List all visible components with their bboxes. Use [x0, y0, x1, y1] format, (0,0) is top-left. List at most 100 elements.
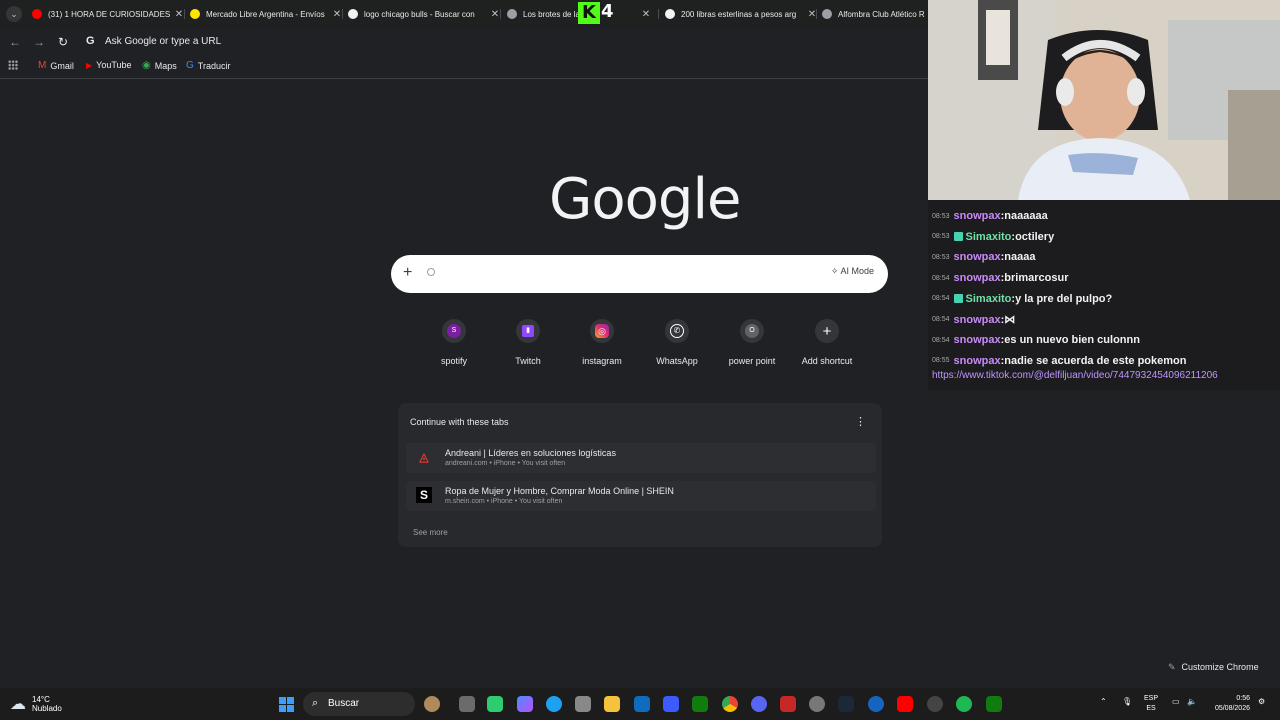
power-point-glyph: O: [745, 324, 759, 338]
shortcut-instagram[interactable]: ◎ instagram: [567, 319, 637, 366]
store-icon[interactable]: [575, 696, 591, 712]
tab-search-icon[interactable]: ⌄: [6, 6, 22, 22]
tab-5[interactable]: 200 libras esterlinas a pesos arg ✕: [661, 4, 819, 24]
xbox-bar-icon[interactable]: [986, 696, 1002, 712]
chat-username[interactable]: snowpax: [954, 314, 1001, 326]
shortcut-whatsapp[interactable]: ✆ WhatsApp: [642, 319, 712, 366]
add-shortcut-button[interactable]: + Add shortcut: [792, 319, 862, 366]
network-icon[interactable]: ▭: [1172, 697, 1180, 706]
settings-gear-icon[interactable]: [809, 696, 825, 712]
mail-icon[interactable]: [634, 696, 650, 712]
tab-1[interactable]: (31) 1 HORA DE CURIOSIDADES ✕: [28, 4, 186, 24]
bookmark-gmail[interactable]: M Gmail: [38, 60, 74, 71]
chat-username[interactable]: snowpax: [954, 251, 1001, 263]
translate-icon: G: [186, 60, 194, 71]
tab-separator: [816, 9, 817, 19]
ea-app-icon[interactable]: [868, 696, 884, 712]
edge-icon[interactable]: [546, 696, 562, 712]
copilot-icon[interactable]: [517, 696, 533, 712]
chat-message: 08:54 snowpax : ⋈: [932, 311, 1015, 329]
browser-toolbar: ← → ↻ G Ask Google or type a URL: [0, 28, 928, 56]
chat-username[interactable]: Simaxito: [966, 231, 1012, 243]
folder-icon[interactable]: [604, 696, 620, 712]
windows-start-icon[interactable]: [279, 697, 294, 712]
more-options-icon[interactable]: ⋮: [855, 415, 866, 428]
chat-username[interactable]: snowpax: [954, 272, 1001, 284]
file-explorer-icon[interactable]: [459, 696, 475, 712]
steam-icon[interactable]: [838, 696, 854, 712]
cloud-icon: ☁: [10, 696, 26, 713]
app-green-icon[interactable]: [487, 696, 503, 712]
chat-username[interactable]: snowpax: [954, 355, 1001, 367]
chat-message: 08:53 Simaxito : octilery: [932, 228, 1054, 246]
tray-chevron-icon[interactable]: ⌃: [1100, 697, 1107, 706]
youtube-taskbar-icon[interactable]: [897, 696, 913, 712]
chat-username[interactable]: snowpax: [954, 334, 1001, 346]
shortcut-power-point[interactable]: O power point: [717, 319, 787, 366]
xbox-icon[interactable]: [692, 696, 708, 712]
kick-four-overlay: 4: [601, 1, 614, 22]
google-logo: Google: [549, 167, 741, 232]
tab-6[interactable]: Alfombra Club Atlético R: [818, 4, 928, 24]
spotify-taskbar-icon[interactable]: [956, 696, 972, 712]
app-red-icon[interactable]: [780, 696, 796, 712]
shortcut-spotify[interactable]: S spotify: [419, 319, 489, 366]
continue-item-andreani[interactable]: ◬ Andreani | Líderes en soluciones logís…: [406, 443, 876, 473]
chat-timestamp: 08:53: [932, 253, 950, 261]
chat-username[interactable]: snowpax: [954, 210, 1001, 222]
forward-icon[interactable]: →: [31, 34, 47, 50]
bookmark-label: Maps: [154, 60, 177, 71]
reload-icon[interactable]: ↻: [55, 34, 71, 50]
notifications-icon[interactable]: ⚙: [1258, 697, 1265, 706]
tab-2[interactable]: Mercado Libre Argentina - Envíos ✕: [186, 4, 344, 24]
close-tab-icon[interactable]: ✕: [639, 9, 653, 20]
chat-username[interactable]: Simaxito: [966, 293, 1012, 305]
google-favicon-icon: [348, 9, 358, 19]
search-box[interactable]: + ✧ AI Mode: [391, 255, 888, 293]
tab-3[interactable]: logo chicago bulls - Buscar con ✕: [344, 4, 502, 24]
chat-message: 08:53 snowpax : naaaaaa: [932, 207, 1048, 225]
back-icon[interactable]: ←: [7, 34, 23, 50]
webcam-image: [928, 0, 1280, 200]
tab-strip: ⌄ (31) 1 HORA DE CURIOSIDADES ✕ Mercado …: [0, 0, 928, 28]
bookmark-traducir[interactable]: G Traducir: [186, 60, 230, 71]
bookmarks-bar: M Gmail ▶ YouTube ◉ Maps G Traducir: [0, 56, 928, 79]
continue-item-shein[interactable]: S Ropa de Mujer y Hombre, Comprar Moda O…: [406, 481, 876, 511]
add-attachment-icon[interactable]: +: [403, 264, 412, 282]
card-heading: Continue with these tabs: [410, 417, 509, 427]
discord-icon[interactable]: [751, 696, 767, 712]
obs-icon[interactable]: [927, 696, 943, 712]
ai-mode-button[interactable]: ✧ AI Mode: [831, 266, 874, 277]
weather-widget[interactable]: ☁ 14°C Nublado: [10, 694, 62, 714]
microphone-icon[interactable]: 🎙: [1122, 697, 1132, 706]
continue-item-subtitle: andreani.com • iPhone • You visit often: [445, 460, 566, 467]
omnibox[interactable]: G Ask Google or type a URL: [80, 31, 925, 53]
bookmark-maps[interactable]: ◉ Maps: [142, 60, 177, 71]
youtube-favicon-icon: [32, 9, 42, 19]
bookmark-youtube[interactable]: ▶ YouTube: [86, 60, 132, 70]
chrome-icon[interactable]: [722, 696, 738, 712]
see-more-link[interactable]: See more: [413, 528, 448, 537]
taskbar-search[interactable]: ⌕ Buscar: [303, 692, 415, 716]
chat-timestamp: 08:55: [932, 357, 950, 365]
shortcut-label: spotify: [440, 356, 467, 366]
monkey-app-icon[interactable]: [424, 696, 440, 712]
language-indicator[interactable]: ESP ES: [1144, 694, 1158, 714]
clock[interactable]: 0:56 05/08/2026: [1204, 694, 1250, 714]
tab-title: Mercado Libre Argentina - Envíos: [206, 9, 325, 19]
tab-title: (31) 1 HORA DE CURIOSIDADES: [48, 9, 171, 19]
volume-icon[interactable]: 🔈: [1187, 697, 1197, 706]
customize-chrome-button[interactable]: ✎ Customize Chrome: [1160, 658, 1267, 676]
shortcut-twitch[interactable]: ▮ Twitch: [493, 319, 563, 366]
omnibox-placeholder: Ask Google or type a URL: [105, 36, 222, 47]
apps-grid-icon[interactable]: [8, 60, 18, 70]
shortcut-label: power point: [728, 356, 776, 366]
subscriber-badge-icon: [953, 294, 963, 304]
youtube-icon: ▶: [86, 60, 93, 70]
chat-text: naaaaaa: [1004, 210, 1048, 222]
app-blue-icon[interactable]: [663, 696, 679, 712]
bookmark-label: YouTube: [96, 60, 132, 70]
chat-link[interactable]: https://www.tiktok.com/@delfiljuan/video…: [932, 370, 1218, 381]
chat-message: 08:54 Simaxito : y la pre del pulpo?: [932, 290, 1112, 308]
continue-item-title: Andreani | Líderes en soluciones logísti…: [445, 448, 616, 458]
